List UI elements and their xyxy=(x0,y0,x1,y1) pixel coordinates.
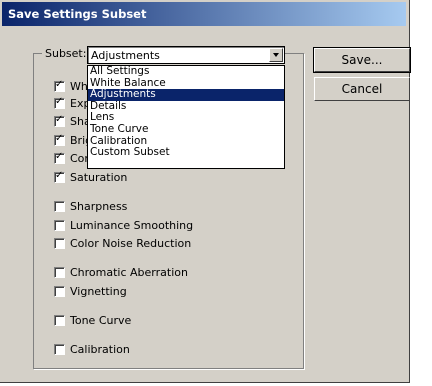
subset-label: Subset: xyxy=(42,47,90,60)
checkbox-box[interactable] xyxy=(54,285,65,297)
cancel-button[interactable]: Cancel xyxy=(314,77,410,101)
checkbox-box[interactable] xyxy=(54,314,65,326)
checkbox-label: Chromatic Aberration xyxy=(70,265,188,279)
checkbox-vignetting[interactable]: Vignetting xyxy=(54,284,127,298)
checkbox-sharpness[interactable]: Sharpness xyxy=(54,199,127,213)
checkbox-box[interactable] xyxy=(54,266,65,278)
checkbox-tone-curve[interactable]: Tone Curve xyxy=(54,313,131,327)
save-button[interactable]: Save... xyxy=(313,47,411,73)
checkbox-box[interactable] xyxy=(54,151,65,164)
subset-option[interactable]: All Settings xyxy=(88,65,284,78)
chevron-down-icon[interactable] xyxy=(269,48,283,62)
checkbox-box[interactable] xyxy=(54,114,65,127)
checkbox-chromatic-aberration[interactable]: Chromatic Aberration xyxy=(54,265,188,279)
subset-options-list: All Settings White Balance Adjustments D… xyxy=(87,65,285,169)
checkbox-box[interactable] xyxy=(54,200,65,212)
checkbox-box[interactable] xyxy=(54,343,65,355)
checkbox-label: Sharpness xyxy=(70,199,128,213)
subset-option[interactable]: Tone Curve xyxy=(88,123,284,136)
checkbox-saturation[interactable]: Saturation xyxy=(54,170,127,184)
checkbox-box[interactable] xyxy=(54,219,65,231)
subset-selected-value: Adjustments xyxy=(91,49,160,62)
checkbox-label: Calibration xyxy=(70,342,130,356)
checkbox-box[interactable] xyxy=(54,133,65,146)
checkbox-label: Tone Curve xyxy=(70,313,132,327)
checkbox-label: Saturation xyxy=(70,170,128,184)
subset-option[interactable]: Details xyxy=(88,100,284,113)
subset-option[interactable]: Custom Subset xyxy=(88,147,284,159)
checkbox-luminance-smoothing[interactable]: Luminance Smoothing xyxy=(54,218,193,232)
checkbox-box[interactable] xyxy=(54,237,65,249)
checkbox-calibration[interactable]: Calibration xyxy=(54,342,130,356)
save-settings-subset-dialog: Save Settings Subset Subset: Adjustments… xyxy=(0,0,411,383)
checkbox-label: Luminance Smoothing xyxy=(70,218,194,232)
title-bar: Save Settings Subset xyxy=(2,2,406,26)
checkbox-box[interactable] xyxy=(54,96,65,109)
checkbox-color-noise-reduction[interactable]: Color Noise Reduction xyxy=(54,236,191,250)
window-title: Save Settings Subset xyxy=(8,7,147,21)
subset-dropdown[interactable]: Adjustments xyxy=(87,46,285,64)
checkbox-label: Vignetting xyxy=(70,284,127,298)
checkbox-box[interactable] xyxy=(54,79,65,92)
checkbox-box[interactable] xyxy=(54,170,65,183)
checkbox-label: Color Noise Reduction xyxy=(70,236,192,250)
